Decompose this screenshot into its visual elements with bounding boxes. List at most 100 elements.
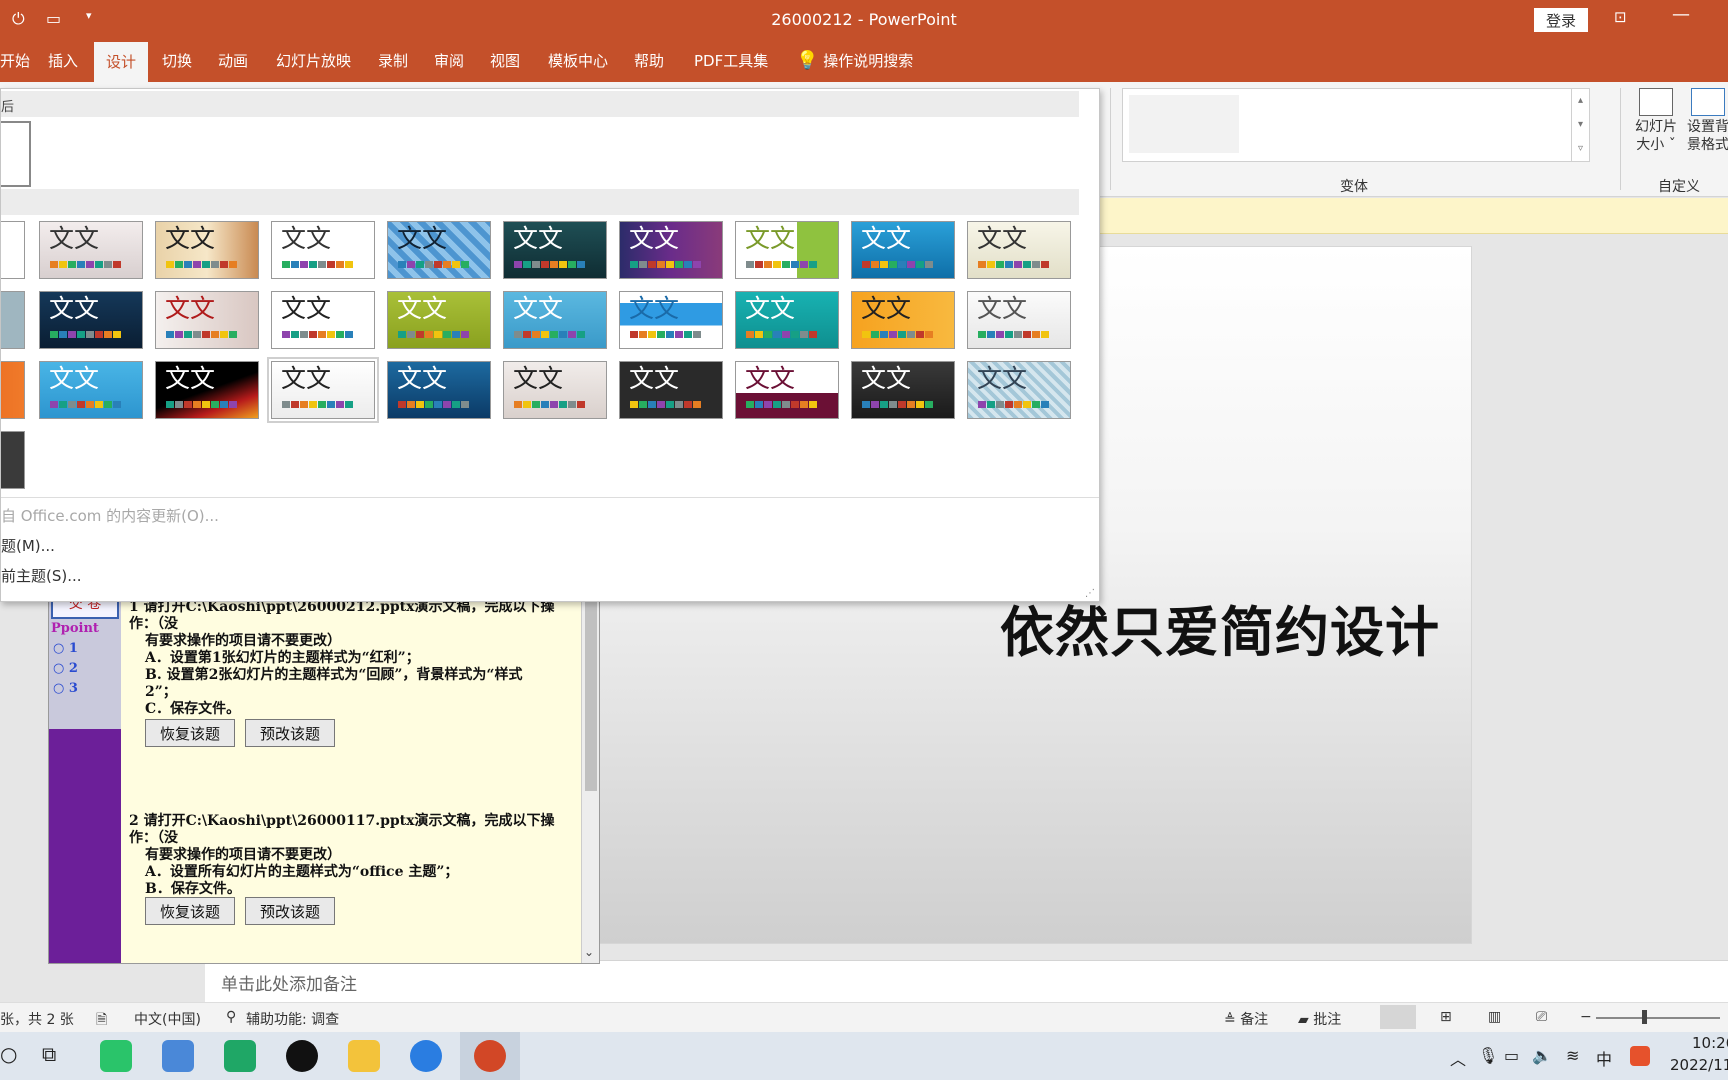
wechat-icon[interactable] bbox=[100, 1040, 132, 1072]
tab-4[interactable]: 动画 bbox=[218, 50, 248, 71]
theme-thumbnail[interactable]: 文文 bbox=[387, 291, 491, 349]
theme-thumbnail[interactable]: 文文 bbox=[39, 221, 143, 279]
slide-size-button[interactable]: 幻灯片 大小 ˇ bbox=[1630, 88, 1682, 154]
scroll-down-icon[interactable]: ⌄ bbox=[584, 945, 594, 959]
tab-8[interactable]: 视图 bbox=[490, 50, 520, 71]
exam-scroll-thumb[interactable] bbox=[585, 601, 597, 791]
redo-question-1-button[interactable]: 预改该题 bbox=[245, 719, 336, 747]
theme-thumbnail[interactable]: 文文 bbox=[271, 221, 375, 279]
accessibility-status[interactable]: 辅助功能: 调查 bbox=[246, 1009, 339, 1029]
theme-thumbnail[interactable]: 文文 bbox=[619, 221, 723, 279]
theme-thumbnail[interactable]: 文文 bbox=[851, 291, 955, 349]
theme-thumbnail[interactable]: 文文 bbox=[619, 361, 723, 419]
tab-0[interactable]: 开始 bbox=[0, 50, 30, 71]
theme-thumbnail[interactable] bbox=[1, 221, 25, 279]
restore-question-1-button[interactable]: 恢复该题 bbox=[145, 719, 236, 747]
app-icon[interactable] bbox=[162, 1040, 194, 1072]
wifi-icon[interactable]: ≋ bbox=[1566, 1046, 1579, 1065]
theme-thumbnail[interactable]: 文文 bbox=[967, 361, 1071, 419]
theme-thumbnail[interactable]: 文文 bbox=[503, 361, 607, 419]
file-explorer-icon[interactable] bbox=[348, 1040, 380, 1072]
theme-thumbnail[interactable] bbox=[1, 431, 25, 489]
reading-view-icon[interactable]: ▥ bbox=[1488, 1009, 1501, 1025]
theme-thumbnail[interactable]: 文文 bbox=[619, 291, 723, 349]
theme-thumbnail[interactable]: 文文 bbox=[735, 291, 839, 349]
browser-icon[interactable] bbox=[410, 1040, 442, 1072]
panel-separator bbox=[1, 497, 1099, 498]
theme-thumbnail[interactable]: 文文 bbox=[267, 357, 379, 423]
notes-toggle[interactable]: ≜ 备注 bbox=[1224, 1009, 1268, 1029]
theme-thumbnail[interactable]: 文文 bbox=[735, 221, 839, 279]
tab-1[interactable]: 插入 bbox=[48, 50, 78, 71]
theme-thumbnail[interactable]: 文文 bbox=[851, 361, 955, 419]
theme-thumbnail[interactable]: 文文 bbox=[155, 291, 259, 349]
theme-thumbnail[interactable]: 文文 bbox=[155, 361, 259, 419]
zoom-slider-thumb[interactable] bbox=[1642, 1010, 1647, 1024]
save-current-theme-link[interactable]: 前主题(S)... bbox=[1, 565, 82, 586]
theme-thumbnail[interactable]: 文文 bbox=[387, 221, 491, 279]
task-view-icon[interactable]: ⧉ bbox=[42, 1042, 56, 1066]
minimize-icon[interactable]: — bbox=[1672, 4, 1690, 25]
tab-5[interactable]: 幻灯片放映 bbox=[276, 50, 351, 71]
format-background-button[interactable]: 设置背 景格式 bbox=[1682, 88, 1728, 154]
record-icon[interactable] bbox=[286, 1040, 318, 1072]
comments-toggle[interactable]: ▰ 批注 bbox=[1298, 1009, 1341, 1029]
tab-2[interactable]: 设计 bbox=[94, 42, 149, 82]
exam-scrollbar[interactable]: ⌄ bbox=[581, 591, 599, 963]
clock-time[interactable]: 10:26 bbox=[1692, 1034, 1728, 1052]
tab-11[interactable]: PDF工具集 bbox=[694, 50, 768, 71]
restore-question-2-button[interactable]: 恢复该题 bbox=[145, 897, 236, 925]
battery-icon[interactable]: ▭ bbox=[1504, 1046, 1519, 1065]
notes-pane[interactable]: 单击此处添加备注 bbox=[205, 960, 1728, 1002]
theme-thumbnail[interactable]: 文文 bbox=[503, 291, 607, 349]
question-nav-2[interactable]: ○ 2 bbox=[53, 661, 78, 676]
tab-7[interactable]: 审阅 bbox=[434, 50, 464, 71]
question-1: 1 请打开C:\Kaoshi\ppt\26000212.pptx演示文稿，完成以… bbox=[129, 599, 555, 717]
microphone-icon[interactable]: 🎙 bbox=[1478, 1046, 1498, 1065]
theme-thumbnail[interactable]: 文文 bbox=[967, 221, 1071, 279]
security-app-icon[interactable] bbox=[224, 1040, 256, 1072]
tab-3[interactable]: 切换 bbox=[162, 50, 192, 71]
theme-thumbnail[interactable] bbox=[1, 291, 25, 349]
current-theme-thumbnail[interactable] bbox=[1, 121, 31, 187]
theme-thumbnail[interactable]: 文文 bbox=[39, 291, 143, 349]
redo-question-2-button[interactable]: 预改该题 bbox=[245, 897, 336, 925]
slideshow-view-icon[interactable]: ⎚ bbox=[1536, 1009, 1547, 1025]
clock-date[interactable]: 2022/11 bbox=[1670, 1056, 1728, 1074]
search-icon[interactable]: ○ bbox=[0, 1042, 17, 1066]
volume-icon[interactable]: 🔈 bbox=[1532, 1046, 1552, 1065]
theme-thumbnail[interactable]: 文文 bbox=[155, 221, 259, 279]
ribbon-display-icon[interactable]: ⊡ bbox=[1614, 8, 1627, 26]
browse-themes-link[interactable]: 题(M)... bbox=[1, 535, 55, 556]
theme-thumbnail[interactable]: 文文 bbox=[503, 221, 607, 279]
theme-preview-text: 文文 bbox=[629, 224, 680, 253]
theme-thumbnail[interactable]: 文文 bbox=[735, 361, 839, 419]
theme-thumbnail[interactable]: 文文 bbox=[387, 361, 491, 419]
slide-sorter-icon[interactable]: ⊞ bbox=[1440, 1009, 1452, 1025]
variant-scroll[interactable]: ▴ ▾ ▿ bbox=[1571, 89, 1589, 161]
question-nav-3[interactable]: ○ 3 bbox=[53, 681, 78, 696]
resize-grip-icon[interactable]: ⋰ bbox=[1085, 588, 1095, 599]
powerpoint-icon[interactable] bbox=[474, 1040, 506, 1072]
theme-thumbnail[interactable]: 文文 bbox=[271, 291, 375, 349]
tray-expand-icon[interactable]: ︿ bbox=[1450, 1046, 1466, 1070]
theme-thumbnail[interactable]: 文文 bbox=[39, 361, 143, 419]
tab-10[interactable]: 帮助 bbox=[634, 50, 664, 71]
variants-gallery[interactable]: ▴ ▾ ▿ bbox=[1122, 88, 1590, 162]
theme-thumbnail[interactable]: 文文 bbox=[851, 221, 955, 279]
login-button[interactable]: 登录 bbox=[1534, 8, 1588, 32]
spellcheck-icon[interactable]: 🗎 bbox=[96, 1009, 107, 1033]
language-indicator[interactable]: 中文(中国) bbox=[134, 1009, 201, 1029]
zoom-out-icon[interactable]: − bbox=[1580, 1009, 1592, 1025]
zoom-slider[interactable] bbox=[1596, 1017, 1720, 1019]
variant-thumbnail[interactable] bbox=[1129, 95, 1239, 153]
question-nav-1[interactable]: ○ 1 bbox=[53, 641, 78, 656]
sogou-ime-icon[interactable] bbox=[1630, 1046, 1650, 1066]
theme-thumbnail[interactable]: 文文 bbox=[967, 291, 1071, 349]
tell-me-search[interactable]: 💡 操作说明搜索 bbox=[796, 50, 913, 71]
normal-view-icon[interactable] bbox=[1380, 1005, 1416, 1029]
tab-6[interactable]: 录制 bbox=[378, 50, 408, 71]
theme-thumbnail[interactable] bbox=[1, 361, 25, 419]
tab-9[interactable]: 模板中心 bbox=[548, 50, 608, 71]
ime-indicator[interactable]: 中 bbox=[1596, 1046, 1612, 1070]
